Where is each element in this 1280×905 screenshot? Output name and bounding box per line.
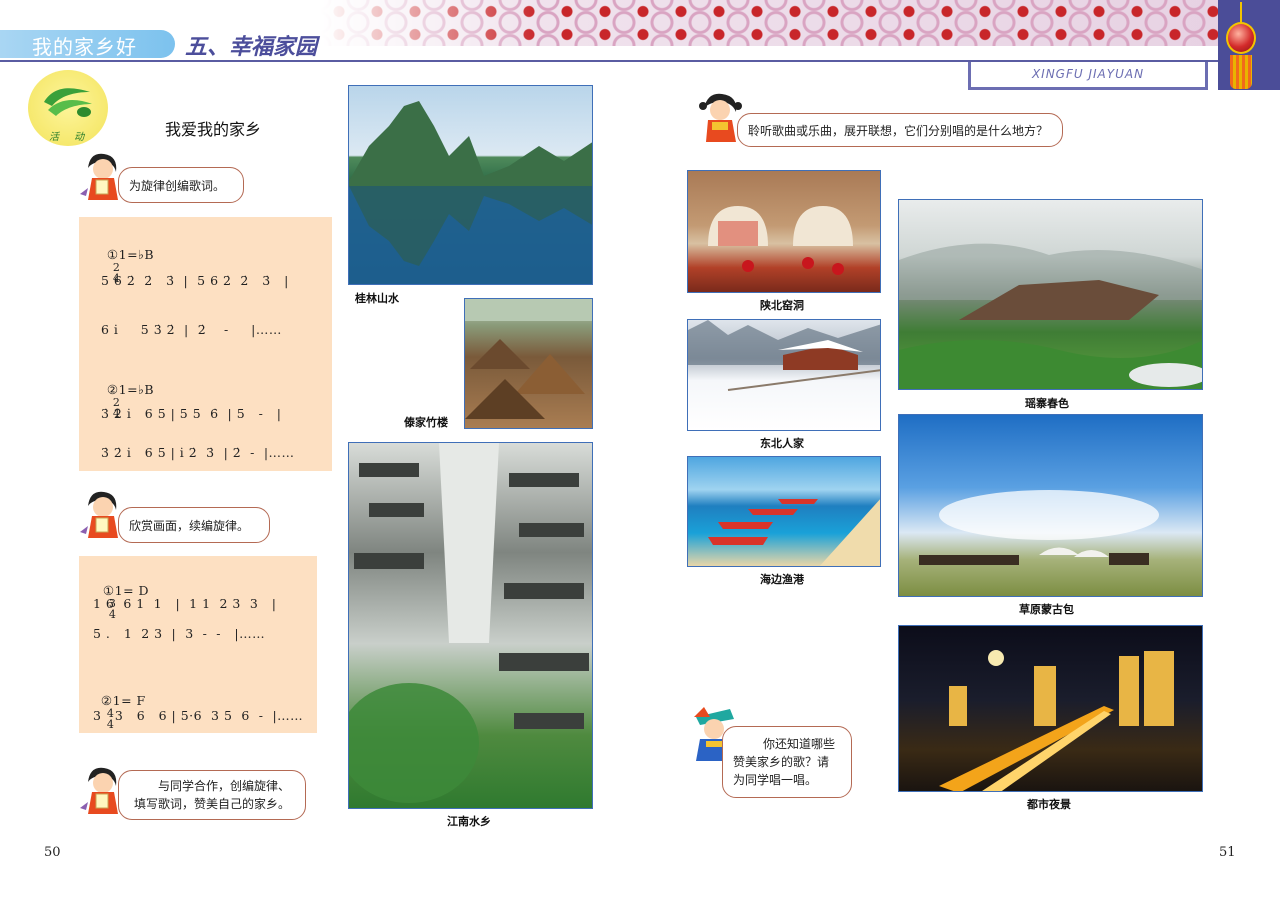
caption-caoyuan: 草原蒙古包	[1019, 603, 1074, 616]
tassel-icon	[1230, 55, 1252, 89]
embroidered-ball-icon	[1226, 22, 1256, 54]
unit-title: 我的家乡好	[32, 35, 137, 59]
photo-guilin-landscape	[348, 85, 593, 285]
score-row-2: 6 i̇ 5 3̇ 2̇ | 2̇ - |……	[101, 322, 282, 337]
prompt-text: 欣赏画面，续编旋律。	[129, 518, 250, 533]
girl-singing-icon	[80, 767, 118, 814]
prompt-bubble-lyrics: 为旋律创编歌词。	[118, 167, 244, 203]
caption-haibian: 海边渔港	[760, 573, 804, 586]
caption-dai: 傣家竹楼	[404, 416, 448, 429]
music-swirl-icon	[44, 88, 92, 117]
prompt-bubble-melody: 欣赏画面，续编旋律。	[118, 507, 270, 543]
prompt-bubble-listen: 聆听歌曲或乐曲，展开联想，它们分别唱的是什么地方？	[737, 113, 1063, 147]
prompt-text: 你还知道哪些	[763, 737, 836, 751]
girl-listening-icon	[699, 93, 742, 142]
caption-shanbei: 陕北窑洞	[760, 299, 804, 312]
caption-guilin: 桂林山水	[355, 292, 399, 305]
caption-dushi: 都市夜景	[1027, 798, 1071, 811]
lesson-title: 五、幸福家园	[185, 34, 318, 60]
caption-dongbei: 东北人家	[760, 437, 804, 450]
activity-badge-label: 活 动	[49, 132, 91, 143]
score-row-1: 1 6 6 1 1 | 1 1 2 3 3 |	[93, 596, 277, 611]
photo-yaozhai-spring	[898, 199, 1203, 390]
ornament-string	[1240, 2, 1242, 24]
activity-title: 我爱我的家乡	[165, 120, 262, 139]
score-row-4: 3̇ 2̇ i̇ 6 5 | i̇ 2̇ 3̇ | 2̇ - |……	[101, 445, 295, 460]
prompt-bubble-sing: 你还知道哪些 赞美家乡的歌？请 为同学唱一唱。	[722, 726, 852, 798]
key-signature: ②1=♭B	[106, 382, 155, 397]
score-key-line: ②1=♭B 24	[89, 367, 154, 434]
prompt-text: 为旋律创编歌词。	[129, 178, 226, 193]
score-row-3: 3̇ 2̇ i̇ 6 5 | 5 5 6̇ | 5 - |	[101, 406, 282, 421]
header-pattern-band	[320, 0, 1220, 46]
photo-shanbei-cave-dwelling	[687, 170, 881, 293]
photo-dongbei-snow-house	[687, 319, 881, 431]
score-panel-1: ①1=♭B 24 5 6 2̇ 2̇ 3̇ | 5 6 2̇ 2̇ 3̇ | 6…	[79, 217, 332, 471]
key-signature: ①1=♭B	[106, 247, 155, 262]
caption-yaozhai: 瑶寨春色	[1025, 397, 1069, 410]
score-key-line: ①1=♭B 24	[89, 232, 154, 299]
girl-singing-icon	[80, 153, 118, 200]
prompt-text: 填写歌词，赞美自己的家乡。	[133, 797, 290, 811]
photo-dai-bamboo-house	[464, 298, 593, 429]
photo-haibian-fishing-port	[687, 456, 881, 567]
score-panel-2: ①1= D 34 1 6 6 1 1 | 1 1 2 3 3 | 5 . 1 2…	[79, 556, 317, 733]
photo-caoyuan-yurts	[898, 414, 1203, 597]
page-number-left: 50	[44, 845, 61, 860]
prompt-text: 聆听歌曲或乐曲，展开联想，它们分别唱的是什么地方？	[748, 123, 1049, 138]
prompt-text: 赞美家乡的歌？请	[733, 755, 830, 769]
key-signature: ②1= F	[100, 693, 146, 708]
photo-dushi-night-city	[898, 625, 1203, 792]
score-row-3: 3 3 6 6 | 5·6 3 5 6 - |……	[93, 708, 304, 723]
score-row-1: 5 6 2̇ 2̇ 3̇ | 5 6 2̇ 2̇ 3̇ |	[101, 273, 289, 288]
photo-jiangnan-water-town	[348, 442, 593, 809]
girl-singing-icon	[80, 491, 118, 538]
prompt-bubble-cooperate: 与同学合作，创编旋律、 填写歌词，赞美自己的家乡。	[118, 770, 306, 820]
page-number-right: 51	[1219, 845, 1236, 860]
prompt-text: 为同学唱一唱。	[733, 773, 818, 787]
score-row-2: 5 . 1 2 3 | 3 - - |……	[93, 626, 266, 641]
pinyin-title: XINGFU JIAYUAN	[968, 62, 1208, 90]
prompt-text: 与同学合作，创编旋律、	[157, 779, 290, 793]
caption-jiangnan: 江南水乡	[447, 815, 491, 828]
